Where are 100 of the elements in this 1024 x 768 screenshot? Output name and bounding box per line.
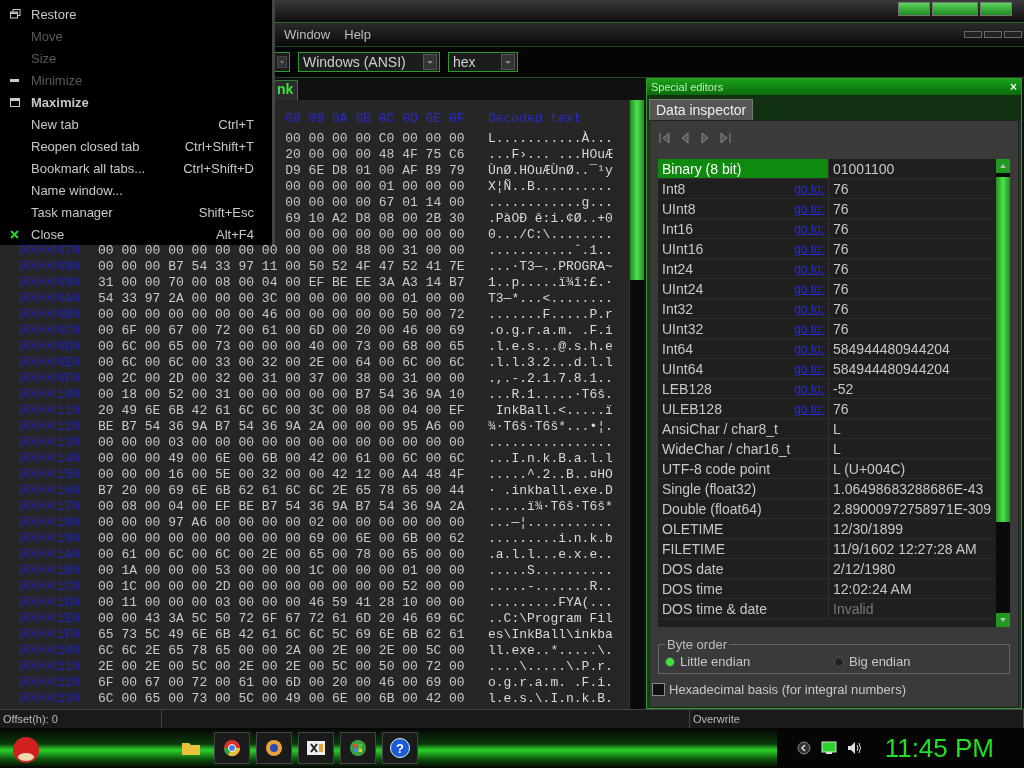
row-name[interactable]: UInt16 go to: <box>658 239 829 258</box>
taskbar-button[interactable] <box>214 732 250 764</box>
row-name[interactable]: UInt32 go to: <box>658 319 829 338</box>
row-name[interactable]: LEB128 go to: <box>658 379 829 398</box>
radio-icon[interactable] <box>665 656 675 667</box>
menu-item[interactable]: Name window... <box>0 179 272 201</box>
network-icon[interactable] <box>820 741 837 755</box>
row-offset: 000000A0 <box>18 290 81 306</box>
row-name[interactable]: UInt64 go to: <box>658 359 829 378</box>
type-value: L (U+004C) <box>832 459 907 478</box>
row-offset: 000000B0 <box>18 306 81 322</box>
hex-bytes: 69 10 A2 D8 08 00 2B 30 <box>285 210 465 226</box>
row-offset: 000001B0 <box>18 562 81 578</box>
scrollbar[interactable] <box>996 159 1010 627</box>
taskbar-button[interactable] <box>340 732 376 764</box>
speaker-icon[interactable] <box>846 741 863 755</box>
taskbar-button[interactable]: ? <box>382 732 418 764</box>
type-value: 584944480944204 <box>832 339 951 358</box>
dropdown[interactable]: hex <box>448 52 518 72</box>
decoded-text: · .inkball.exe.D <box>488 482 613 498</box>
menu-item[interactable]: Window <box>284 27 331 42</box>
type-value: L <box>832 439 842 458</box>
menu-item[interactable]: Bookmark all tabs... Ctrl+Shift+D <box>0 157 272 179</box>
radio-icon[interactable] <box>834 656 844 667</box>
row-name[interactable]: AnsiChar / char8_t <box>658 419 829 438</box>
type-name: Binary (8 bit) <box>662 160 743 177</box>
caret-icon[interactable] <box>501 54 515 70</box>
row-name[interactable]: FILETIME <box>658 539 829 558</box>
menu-item[interactable]: Reopen closed tab Ctrl+Shift+T <box>0 135 272 157</box>
type-name: Int32 <box>662 300 695 317</box>
decoded-text: .l.e.s...@.s.h.e <box>488 338 613 354</box>
row-name[interactable]: DOS time <box>658 579 829 598</box>
row-name[interactable]: UInt24 go to: <box>658 279 829 298</box>
first-icon[interactable] <box>658 131 672 145</box>
close-button[interactable]: × <box>1010 80 1017 94</box>
taskbar-button[interactable] <box>256 732 292 764</box>
row-name[interactable]: Int64 go to: <box>658 339 829 358</box>
dropdown[interactable]: Windows (ANSI) <box>298 52 440 72</box>
decoded-text: ÙnØ.HOuÆÙnØ..¯¹y <box>488 162 613 178</box>
row-name[interactable]: DOS time & date <box>658 599 829 618</box>
menu-item[interactable]: Close Alt+F4 <box>0 223 272 245</box>
row-name[interactable]: Int32 go to: <box>658 299 829 318</box>
decoded-text: o.g.r.a.m. .F.i. <box>488 674 613 690</box>
hex-bytes: 00 00 00 00 00 00 00 46 00 00 00 00 00 50 00 72 <box>98 306 465 322</box>
row-name[interactable]: UTF-8 code point <box>658 459 829 478</box>
menu-item[interactable]: Task manager Shift+Esc <box>0 201 272 223</box>
window-button[interactable] <box>898 2 930 16</box>
menu-item[interactable]: Restore <box>0 3 272 25</box>
hex-bytes: 00 00 00 00 C0 00 00 00 <box>285 130 465 146</box>
row-name[interactable]: OLETIME <box>658 519 829 538</box>
decoded-text: ...—¦........... <box>488 514 613 530</box>
window-button[interactable] <box>1004 31 1022 38</box>
menu-item[interactable]: Maximize <box>0 91 272 113</box>
row-name[interactable]: Double (float64) <box>658 499 829 518</box>
minimize-icon <box>10 78 19 82</box>
row-name[interactable]: WideChar / char16_t <box>658 439 829 458</box>
caret-icon[interactable] <box>423 54 437 70</box>
hex-bytes: BE B7 54 36 9A B7 54 36 9A 2A 00 00 00 95 A6 00 <box>98 418 465 434</box>
hex-bytes: 00 2C 00 2D 00 32 00 31 00 37 00 38 00 31 00 00 <box>98 370 465 386</box>
scroll-up-icon[interactable] <box>996 159 1010 173</box>
scroll-down-icon[interactable] <box>996 613 1010 627</box>
hex-bytes: B7 20 00 69 6E 6B 62 61 6C 6C 2E 65 78 65 00 44 <box>98 482 465 498</box>
row-name[interactable]: ULEB128 go to: <box>658 399 829 418</box>
browser-icon <box>223 739 241 757</box>
orb-icon <box>349 739 367 757</box>
row-name[interactable]: UInt8 go to: <box>658 199 829 218</box>
radio-option[interactable]: Big endian <box>834 654 1003 669</box>
inspector-tab[interactable]: Data inspector <box>649 99 754 120</box>
type-name: DOS time & date <box>662 600 769 617</box>
last-icon[interactable] <box>718 131 732 145</box>
window-button[interactable] <box>932 2 978 16</box>
checkbox[interactable] <box>652 683 665 696</box>
restore-icon <box>10 9 21 19</box>
window-button[interactable] <box>984 31 1002 38</box>
hex-bytes: 00 6F 00 67 00 72 00 61 00 6D 00 20 00 46 00 69 <box>98 322 465 338</box>
radio-option[interactable]: Little endian <box>665 654 834 669</box>
hex-bytes: 00 61 00 6C 00 6C 00 2E 00 65 00 78 00 65 00 00 <box>98 546 465 562</box>
checkbox-option[interactable]: Hexadecimal basis (for integral numbers) <box>652 682 1010 697</box>
hex-bytes: 65 73 5C 49 6E 6B 42 61 6C 6C 5C 69 6E 6B 62 61 <box>98 626 465 642</box>
row-name[interactable]: Int8 go to: <box>658 179 829 198</box>
row-offset: 00000230 <box>18 690 81 706</box>
menu-item[interactable]: New tab Ctrl+T <box>0 113 272 135</box>
caret-icon[interactable] <box>277 54 287 70</box>
taskbar-button[interactable] <box>298 732 334 764</box>
type-value: 12/30/1899 <box>832 519 905 538</box>
window-button[interactable] <box>980 2 1012 16</box>
row-name[interactable]: Single (float32) <box>658 479 829 498</box>
row-name[interactable]: Binary (8 bit) <box>658 159 829 178</box>
hex-bytes: 00 18 00 52 00 31 00 00 00 00 00 B7 54 36 9A 10 <box>98 386 465 402</box>
window-button[interactable] <box>964 31 982 38</box>
row-name[interactable]: DOS date <box>658 559 829 578</box>
folder-icon[interactable] <box>182 741 200 755</box>
panel-title: Special editors <box>651 81 724 93</box>
decoded-text: L...........À... <box>488 130 613 146</box>
row-name[interactable]: Int16 go to: <box>658 219 829 238</box>
row-name[interactable]: Int24 go to: <box>658 259 829 278</box>
menu-item[interactable]: Help <box>344 27 371 42</box>
scrollbar[interactable] <box>629 100 644 709</box>
row-offset: 000001D0 <box>18 594 81 610</box>
type-value: 584944480944204 <box>832 359 951 378</box>
